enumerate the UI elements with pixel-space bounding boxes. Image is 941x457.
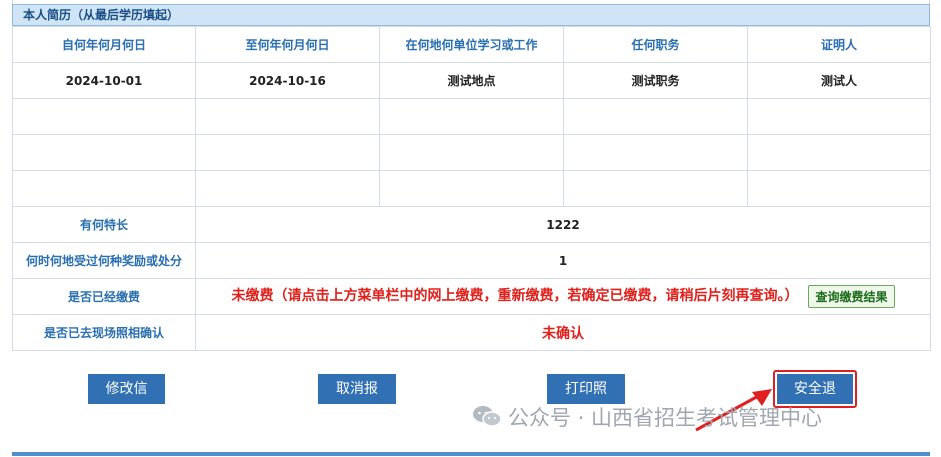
table-cell [379,170,564,207]
payment-cell: 未缴费（请点击上方菜单栏中的网上缴费，重新缴费，若确定已缴费，请稍后片刻再查询。… [195,278,931,315]
specialty-label: 有何特长 [12,206,196,243]
table-row [12,98,931,135]
table-cell [195,134,380,171]
resume-table: 自何年何月何日 至何年何月何日 在何地何单位学习或工作 任何职务 证明人 202… [12,26,931,351]
table-cell [12,98,196,135]
table-row [12,170,931,207]
table-cell [563,98,748,135]
specialty-row: 有何特长 1222 [12,206,931,243]
specialty-value: 1222 [195,206,931,243]
cell-end-date: 2024-10-16 [195,62,380,99]
bottom-bar [12,452,930,456]
section-header-resume: 本人简历（从最后学历填起） [12,4,930,26]
table-cell [12,170,196,207]
cell-witness: 测试人 [747,62,931,99]
table-row: 2024-10-01 2024-10-16 测试地点 测试职务 测试人 [12,62,931,99]
column-header: 自何年何月何日 [12,26,196,63]
photo-confirm-row: 是否已去现场照相确认 未确认 [12,314,931,351]
column-header: 在何地何单位学习或工作 [379,26,564,63]
table-cell [747,170,931,207]
payment-row: 是否已经缴费 未缴费（请点击上方菜单栏中的网上缴费，重新缴费，若确定已缴费，请稍… [12,278,931,315]
table-cell [195,98,380,135]
column-header: 证明人 [747,26,931,63]
edit-info-button[interactable]: 修改信息 [88,374,165,427]
cancel-registration-button[interactable]: 取消报名 [318,374,396,427]
cell-position: 测试职务 [563,62,748,99]
column-header: 至何年何月何日 [195,26,380,63]
table-cell [12,134,196,171]
awards-row: 何时何地受过何种奖励或处分 1 [12,242,931,279]
query-payment-button[interactable]: 查询缴费结果 [808,285,895,308]
safe-exit-button[interactable]: 安全退出 [777,374,853,427]
table-cell [563,134,748,171]
cell-location: 测试地点 [379,62,564,99]
table-cell [379,134,564,171]
photo-confirm-label: 是否已去现场照相确认 [12,314,196,351]
payment-status: 未缴费（请点击上方菜单栏中的网上缴费，重新缴费，若确定已缴费，请稍后片刻再查询。… [231,288,799,304]
table-row [12,134,931,171]
table-cell [195,170,380,207]
table-cell [563,170,748,207]
photo-confirm-status: 未确认 [195,314,931,351]
print-photo-button[interactable]: 打印照片 [547,374,625,427]
table-cell [747,98,931,135]
cell-start-date: 2024-10-01 [12,62,196,99]
awards-label: 何时何地受过何种奖励或处分 [12,242,196,279]
watermark-text: 公众号 · 山西省招生考试管理中心 [508,406,823,430]
awards-value: 1 [195,242,931,279]
column-header: 任何职务 [563,26,748,63]
table-cell [747,134,931,171]
wechat-icon [473,406,502,427]
table-header-row: 自何年何月何日 至何年何月何日 在何地何单位学习或工作 任何职务 证明人 [12,26,931,63]
payment-label: 是否已经缴费 [12,278,196,315]
table-cell [379,98,564,135]
